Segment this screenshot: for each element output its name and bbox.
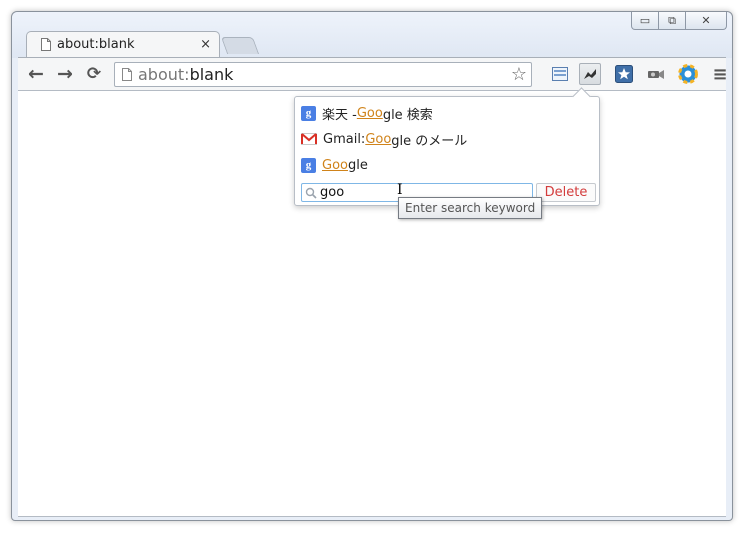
restore-button[interactable]: ⧉ — [658, 12, 686, 30]
window-list-icon[interactable] — [549, 63, 571, 85]
url-rest: blank — [189, 65, 234, 84]
text-cursor-icon: I — [397, 182, 403, 198]
tab-close-icon[interactable]: × — [200, 37, 211, 52]
suggestion-text-pre: 楽天 - — [322, 107, 357, 123]
new-tab-button[interactable] — [220, 37, 260, 54]
suggestion-match: Goo — [365, 131, 392, 147]
gmail-icon — [301, 133, 317, 145]
suggestion-item[interactable]: g 楽天 - Goo gle 検索 — [301, 102, 433, 124]
tab-title: about:blank — [57, 37, 135, 52]
suggestion-item[interactable]: Gmail: Goo gle のメール — [301, 128, 467, 150]
reload-button[interactable]: ⟳ — [82, 62, 106, 86]
suggestion-text-post: gle — [347, 157, 368, 173]
search-keyword-popup: g 楽天 - Goo gle 検索 Gmail: Goo gle のメール g Go… — [294, 87, 600, 206]
tooltip: Enter search keyword — [398, 197, 543, 219]
gear-color-extension-icon[interactable] — [677, 63, 699, 85]
toolbar: ← → ⟳ about:blank ☆ ≡ — [18, 57, 728, 91]
url-text: about:blank — [138, 65, 233, 84]
search-keyword-extension-icon[interactable] — [579, 63, 601, 85]
camera-extension-icon[interactable] — [645, 63, 667, 85]
suggestion-text-post: gle のメール — [391, 133, 468, 149]
google-icon: g — [301, 157, 316, 173]
suggestion-match: Goo — [356, 105, 383, 121]
tab-about-blank[interactable]: about:blank × — [26, 31, 220, 57]
page-icon — [41, 38, 51, 51]
suggestion-item[interactable]: g Goo gle — [301, 154, 368, 176]
browser-window: ▭ ⧉ ✕ about:blank × ← → ⟳ about:blank ☆ — [11, 11, 733, 521]
address-bar[interactable]: about:blank ☆ — [114, 62, 532, 87]
search-icon — [305, 187, 317, 199]
suggestion-text-pre: Gmail: — [323, 131, 366, 147]
url-scheme: about: — [138, 65, 190, 84]
forward-button[interactable]: → — [53, 62, 77, 86]
window-controls: ▭ ⧉ ✕ — [631, 12, 727, 30]
bookmark-star-extension-icon[interactable] — [613, 63, 635, 85]
minimize-button[interactable]: ▭ — [631, 12, 659, 30]
delete-button[interactable]: Delete — [536, 183, 596, 202]
bookmark-star-icon[interactable]: ☆ — [511, 64, 527, 85]
suggestion-match: Goo — [322, 157, 348, 173]
page-icon — [122, 68, 132, 81]
back-button[interactable]: ← — [24, 62, 48, 86]
menu-icon[interactable]: ≡ — [709, 63, 731, 85]
google-icon: g — [301, 105, 316, 121]
suggestion-text-post: gle 検索 — [382, 107, 433, 123]
close-window-button[interactable]: ✕ — [685, 12, 727, 30]
title-bar: ▭ ⧉ ✕ about:blank × — [12, 12, 732, 58]
